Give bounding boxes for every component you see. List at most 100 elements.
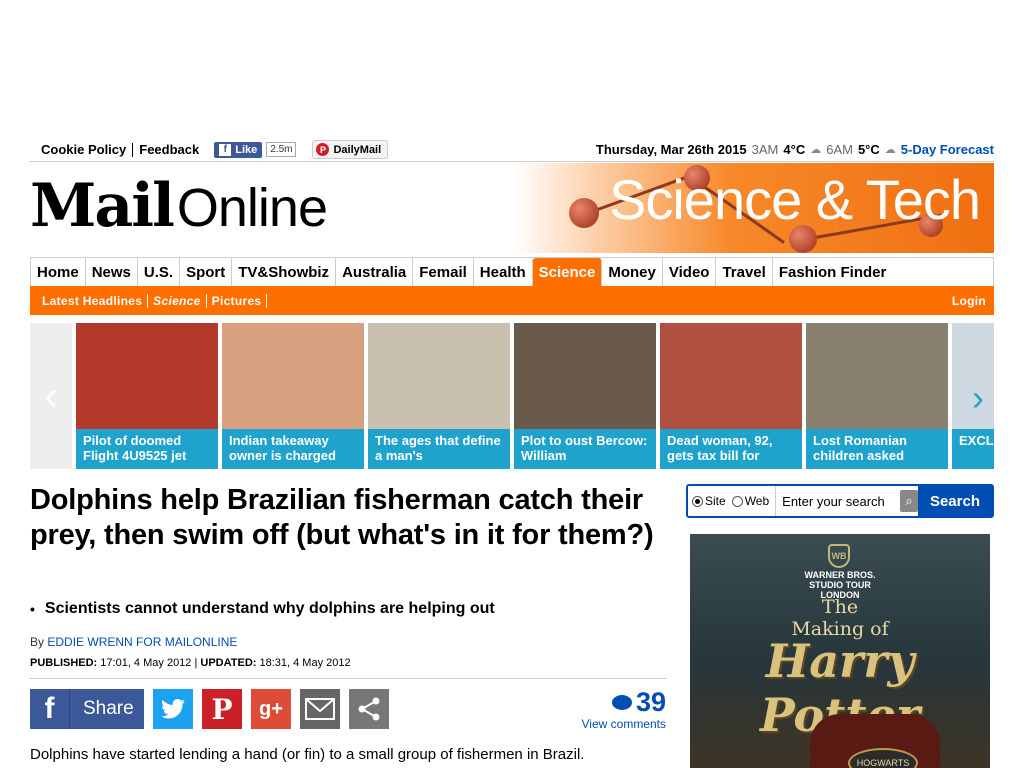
weather-widget: Thursday, Mar 26th 2015 3AM 4°C ☁ 6AM 5°… — [596, 142, 994, 157]
carousel-card[interactable]: Indian takeaway owner is charged — [222, 323, 364, 469]
view-comments-link[interactable]: View comments — [582, 717, 666, 731]
carousel-caption: Lost Romanian children asked — [813, 433, 907, 463]
login-link[interactable]: Login — [952, 294, 994, 308]
published-time: 17:01, 4 May 2012 — [100, 657, 192, 669]
subnav-science[interactable]: Science — [148, 293, 207, 308]
publish-info: PUBLISHED: 17:01, 4 May 2012 | UPDATED: … — [30, 657, 666, 679]
feedback-link[interactable]: Feedback — [139, 142, 199, 157]
search-web-radio[interactable] — [731, 495, 743, 507]
carousel-card[interactable]: Lost Romanian children asked — [806, 323, 948, 469]
section-banner[interactable]: Science & Tech — [514, 163, 994, 253]
logo-online: Online — [176, 178, 328, 238]
google-plus-icon: g+ — [259, 697, 283, 720]
pinterest-icon: P — [316, 143, 330, 156]
comments-counter[interactable]: 39 View comments — [582, 687, 666, 731]
article-body-paragraph: Dolphins have started lending a hand (or… — [30, 746, 585, 763]
article-headline: Dolphins help Brazilian fisherman catch … — [30, 484, 654, 551]
logo-mail: Mail — [30, 171, 175, 241]
subnav-latest-headlines[interactable]: Latest Headlines — [37, 293, 149, 308]
speech-bubble-icon — [611, 694, 632, 710]
updated-time: 18:31, 4 May 2012 — [259, 657, 351, 669]
studio-line-1: WARNER BROS. — [804, 570, 876, 580]
carousel-next-icon[interactable]: › — [962, 373, 994, 423]
carousel-thumbnail — [368, 323, 510, 429]
masthead: Mail Online Science & Tech — [30, 163, 994, 253]
nav-item-fashion-finder[interactable]: Fashion Finder — [773, 258, 893, 286]
carousel-caption: Pilot of doomed Flight 4U9525 jet — [83, 433, 187, 463]
headline-carousel: ‹ Pilot of doomed Flight 4U9525 jet Indi… — [30, 323, 994, 469]
current-date: Thursday, Mar 26th 2015 — [595, 142, 747, 157]
nav-item-femail[interactable]: Femail — [413, 258, 474, 286]
facebook-like-label: Like — [235, 143, 258, 156]
weather-temp-2: 5°C — [857, 142, 880, 157]
weather-temp-1: 4°C — [783, 142, 806, 157]
nav-item-science[interactable]: Science — [532, 258, 603, 286]
subnav-pictures[interactable]: Pictures — [207, 293, 268, 308]
molecule-atom — [569, 198, 599, 228]
carousel-card[interactable]: The ages that define a man's — [368, 323, 510, 469]
weather-time-2: 6AM — [826, 142, 853, 157]
author-link[interactable]: EDDIE WRENN FOR MAILONLINE — [47, 635, 237, 649]
twitter-icon — [161, 699, 185, 719]
page: Cookie Policy Feedback f Like 2.5m P Dai… — [0, 0, 1024, 768]
sub-nav: Latest Headlines Science Pictures Login — [30, 286, 994, 315]
share-icon — [358, 697, 380, 721]
five-day-forecast-link[interactable]: 5-Day Forecast — [901, 142, 994, 157]
byline-prefix: By — [30, 635, 45, 649]
warner-bros-shield-icon: WB — [828, 544, 850, 568]
nav-item-australia[interactable]: Australia — [336, 258, 414, 286]
carousel-caption: Plot to oust Bercow: William — [521, 433, 648, 463]
carousel-caption: The ages that define a man's — [375, 433, 501, 463]
mailonline-logo[interactable]: Mail Online — [30, 171, 328, 241]
search-web-label: Web — [744, 494, 770, 508]
search-scope: Site Web — [688, 494, 769, 508]
share-label: Share — [83, 698, 134, 719]
nav-item-us[interactable]: U.S. — [138, 258, 181, 286]
carousel-thumbnail — [806, 323, 948, 429]
search-icon[interactable]: ⌕ — [900, 490, 918, 512]
carousel-card[interactable]: Plot to oust Bercow: William — [514, 323, 656, 469]
studio-line-2: STUDIO TOUR — [809, 580, 871, 590]
facebook-share-button[interactable]: f Share — [30, 689, 144, 729]
facebook-icon: f — [219, 143, 232, 156]
utility-bar: Cookie Policy Feedback f Like 2.5m P Dai… — [30, 138, 994, 162]
nav-item-sport[interactable]: Sport — [180, 258, 233, 286]
carousel-caption: EXCL Malik — [959, 433, 994, 448]
pinterest-label: DailyMail — [333, 143, 382, 156]
carousel-card[interactable]: Pilot of doomed Flight 4U9525 jet — [76, 323, 218, 469]
nav-item-home[interactable]: Home — [31, 258, 86, 286]
nav-item-money[interactable]: Money — [602, 258, 663, 286]
published-label: PUBLISHED: — [30, 657, 98, 669]
comment-count: 39 — [582, 687, 666, 717]
more-share-button[interactable] — [349, 689, 389, 729]
pinterest-share-button[interactable]: P — [202, 689, 242, 729]
article-summary-bullet: • Scientists cannot understand why dolph… — [30, 600, 670, 618]
cookie-policy-link[interactable]: Cookie Policy — [41, 142, 126, 157]
carousel-caption: Dead woman, 92, gets tax bill for — [667, 433, 773, 463]
nav-item-news[interactable]: News — [86, 258, 138, 286]
divider: | — [194, 657, 198, 669]
pinterest-follow-button[interactable]: P DailyMail — [312, 140, 389, 159]
nav-item-tv-showbiz[interactable]: TV&Showbiz — [232, 258, 337, 286]
advertisement-harry-potter[interactable]: WB WARNER BROS. STUDIO TOUR LONDON The M… — [690, 534, 990, 768]
carousel-card[interactable]: Dead woman, 92, gets tax bill for — [660, 323, 802, 469]
google-plus-share-button[interactable]: g+ — [251, 689, 291, 729]
email-share-button[interactable] — [300, 689, 340, 729]
bullet-icon: • — [30, 601, 35, 617]
nav-item-health[interactable]: Health — [474, 258, 533, 286]
search-input[interactable]: Enter your search — [775, 486, 898, 516]
carousel-prev-icon[interactable]: ‹ — [30, 323, 72, 469]
search-site-radio[interactable] — [692, 495, 703, 507]
facebook-like-button[interactable]: f Like — [214, 141, 263, 158]
search-button[interactable]: Search — [917, 486, 992, 516]
search-site-label: Site — [705, 494, 726, 508]
share-bar: f Share P g+ 39 View comments — [30, 687, 666, 731]
nav-item-travel[interactable]: Travel — [716, 258, 773, 286]
facebook-icon: f — [30, 689, 70, 729]
bullet-text: Scientists cannot understand why dolphin… — [44, 600, 495, 617]
updated-label: UPDATED: — [200, 657, 257, 669]
cloud-icon: ☁ — [884, 144, 896, 156]
twitter-share-button[interactable] — [153, 689, 193, 729]
carousel-thumbnail — [514, 323, 656, 429]
nav-item-video[interactable]: Video — [663, 258, 717, 286]
